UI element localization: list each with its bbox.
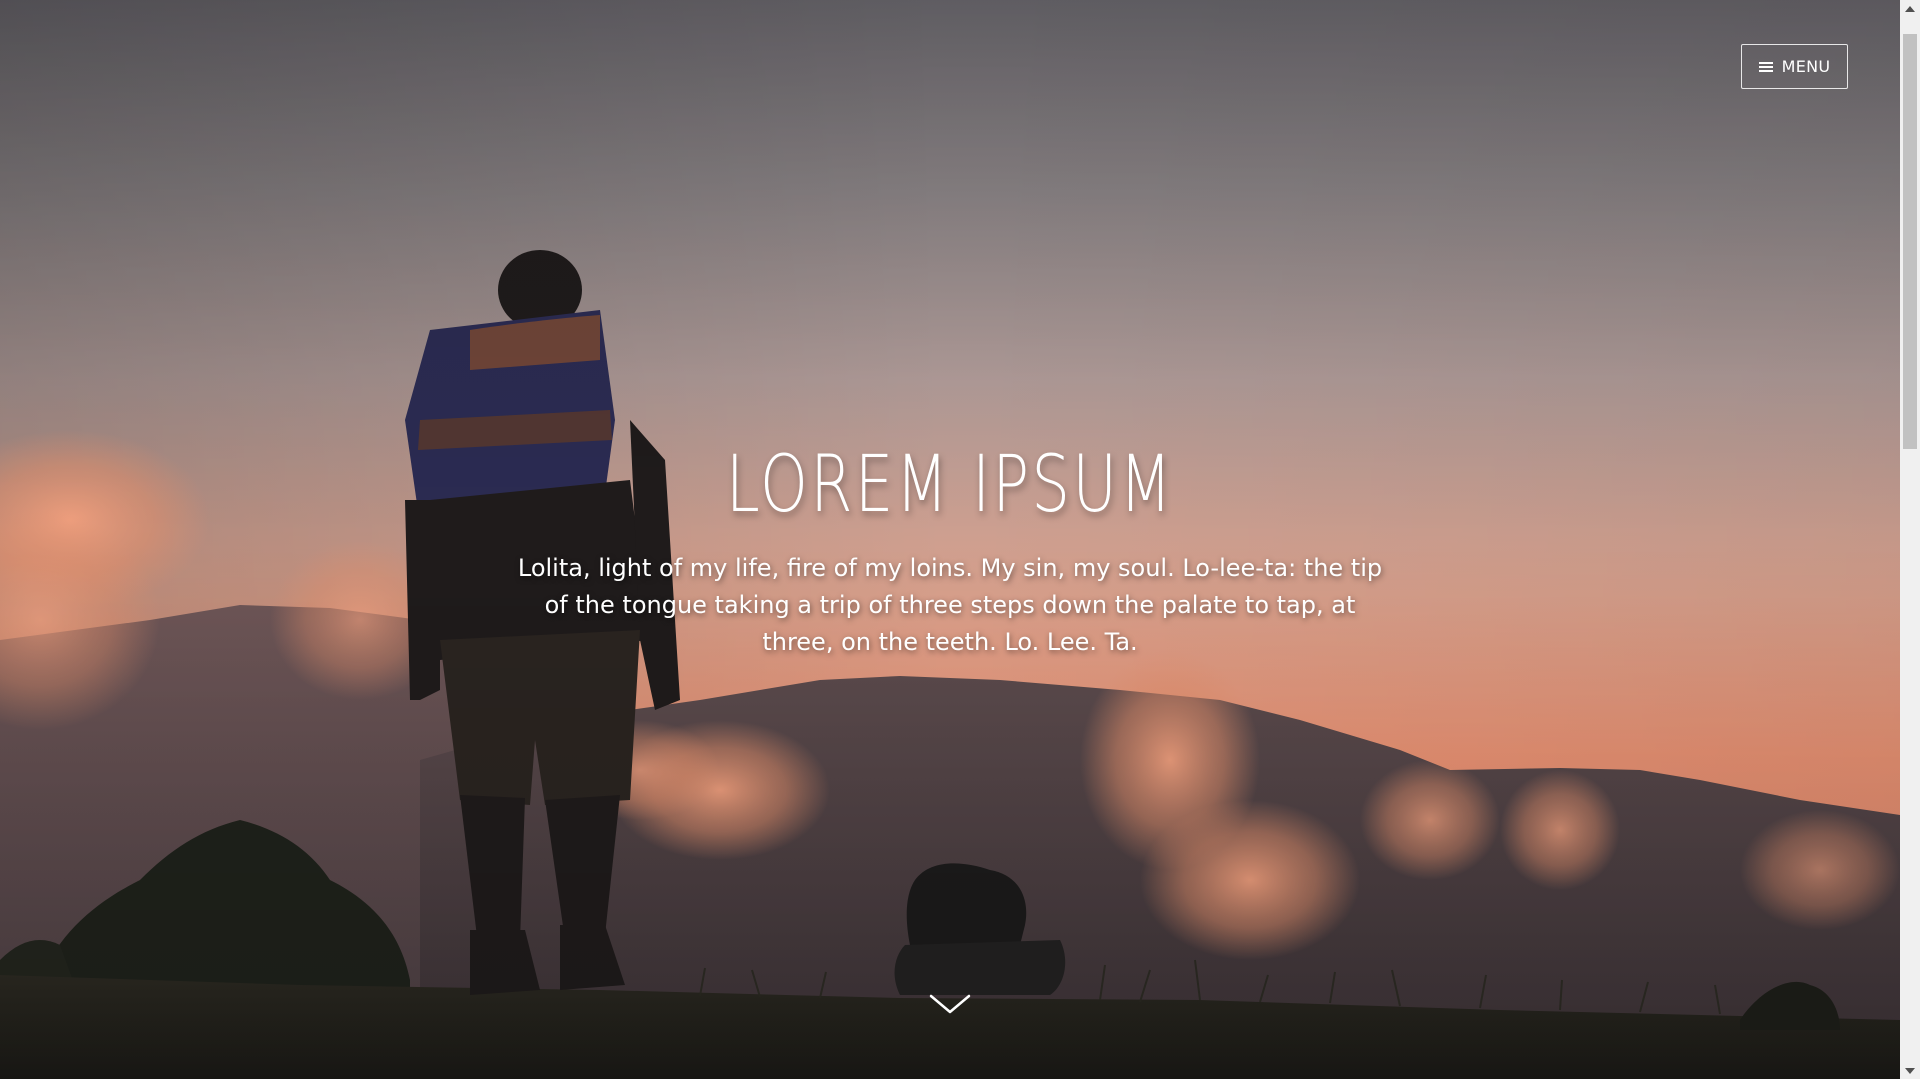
vertical-scrollbar[interactable]	[1900, 0, 1920, 1079]
menu-button[interactable]: MENU	[1741, 44, 1848, 89]
scrollbar-thumb[interactable]	[1903, 34, 1917, 449]
page-viewport: MENU LOREM IPSUM Lolita, light of my lif…	[0, 0, 1900, 1079]
hero-intro-text: Lolita, light of my life, fire of my loi…	[517, 554, 1383, 656]
menu-button-label: MENU	[1781, 57, 1831, 76]
scroll-down-arrow-icon[interactable]	[1900, 1062, 1920, 1079]
hero-title: LOREM IPSUM	[725, 440, 1175, 530]
scroll-up-arrow-icon[interactable]	[1900, 0, 1920, 17]
hero-section: LOREM IPSUM Lolita, light of my life, fi…	[0, 430, 1900, 661]
hamburger-icon	[1758, 61, 1773, 72]
chevron-down-icon[interactable]	[926, 988, 974, 1018]
